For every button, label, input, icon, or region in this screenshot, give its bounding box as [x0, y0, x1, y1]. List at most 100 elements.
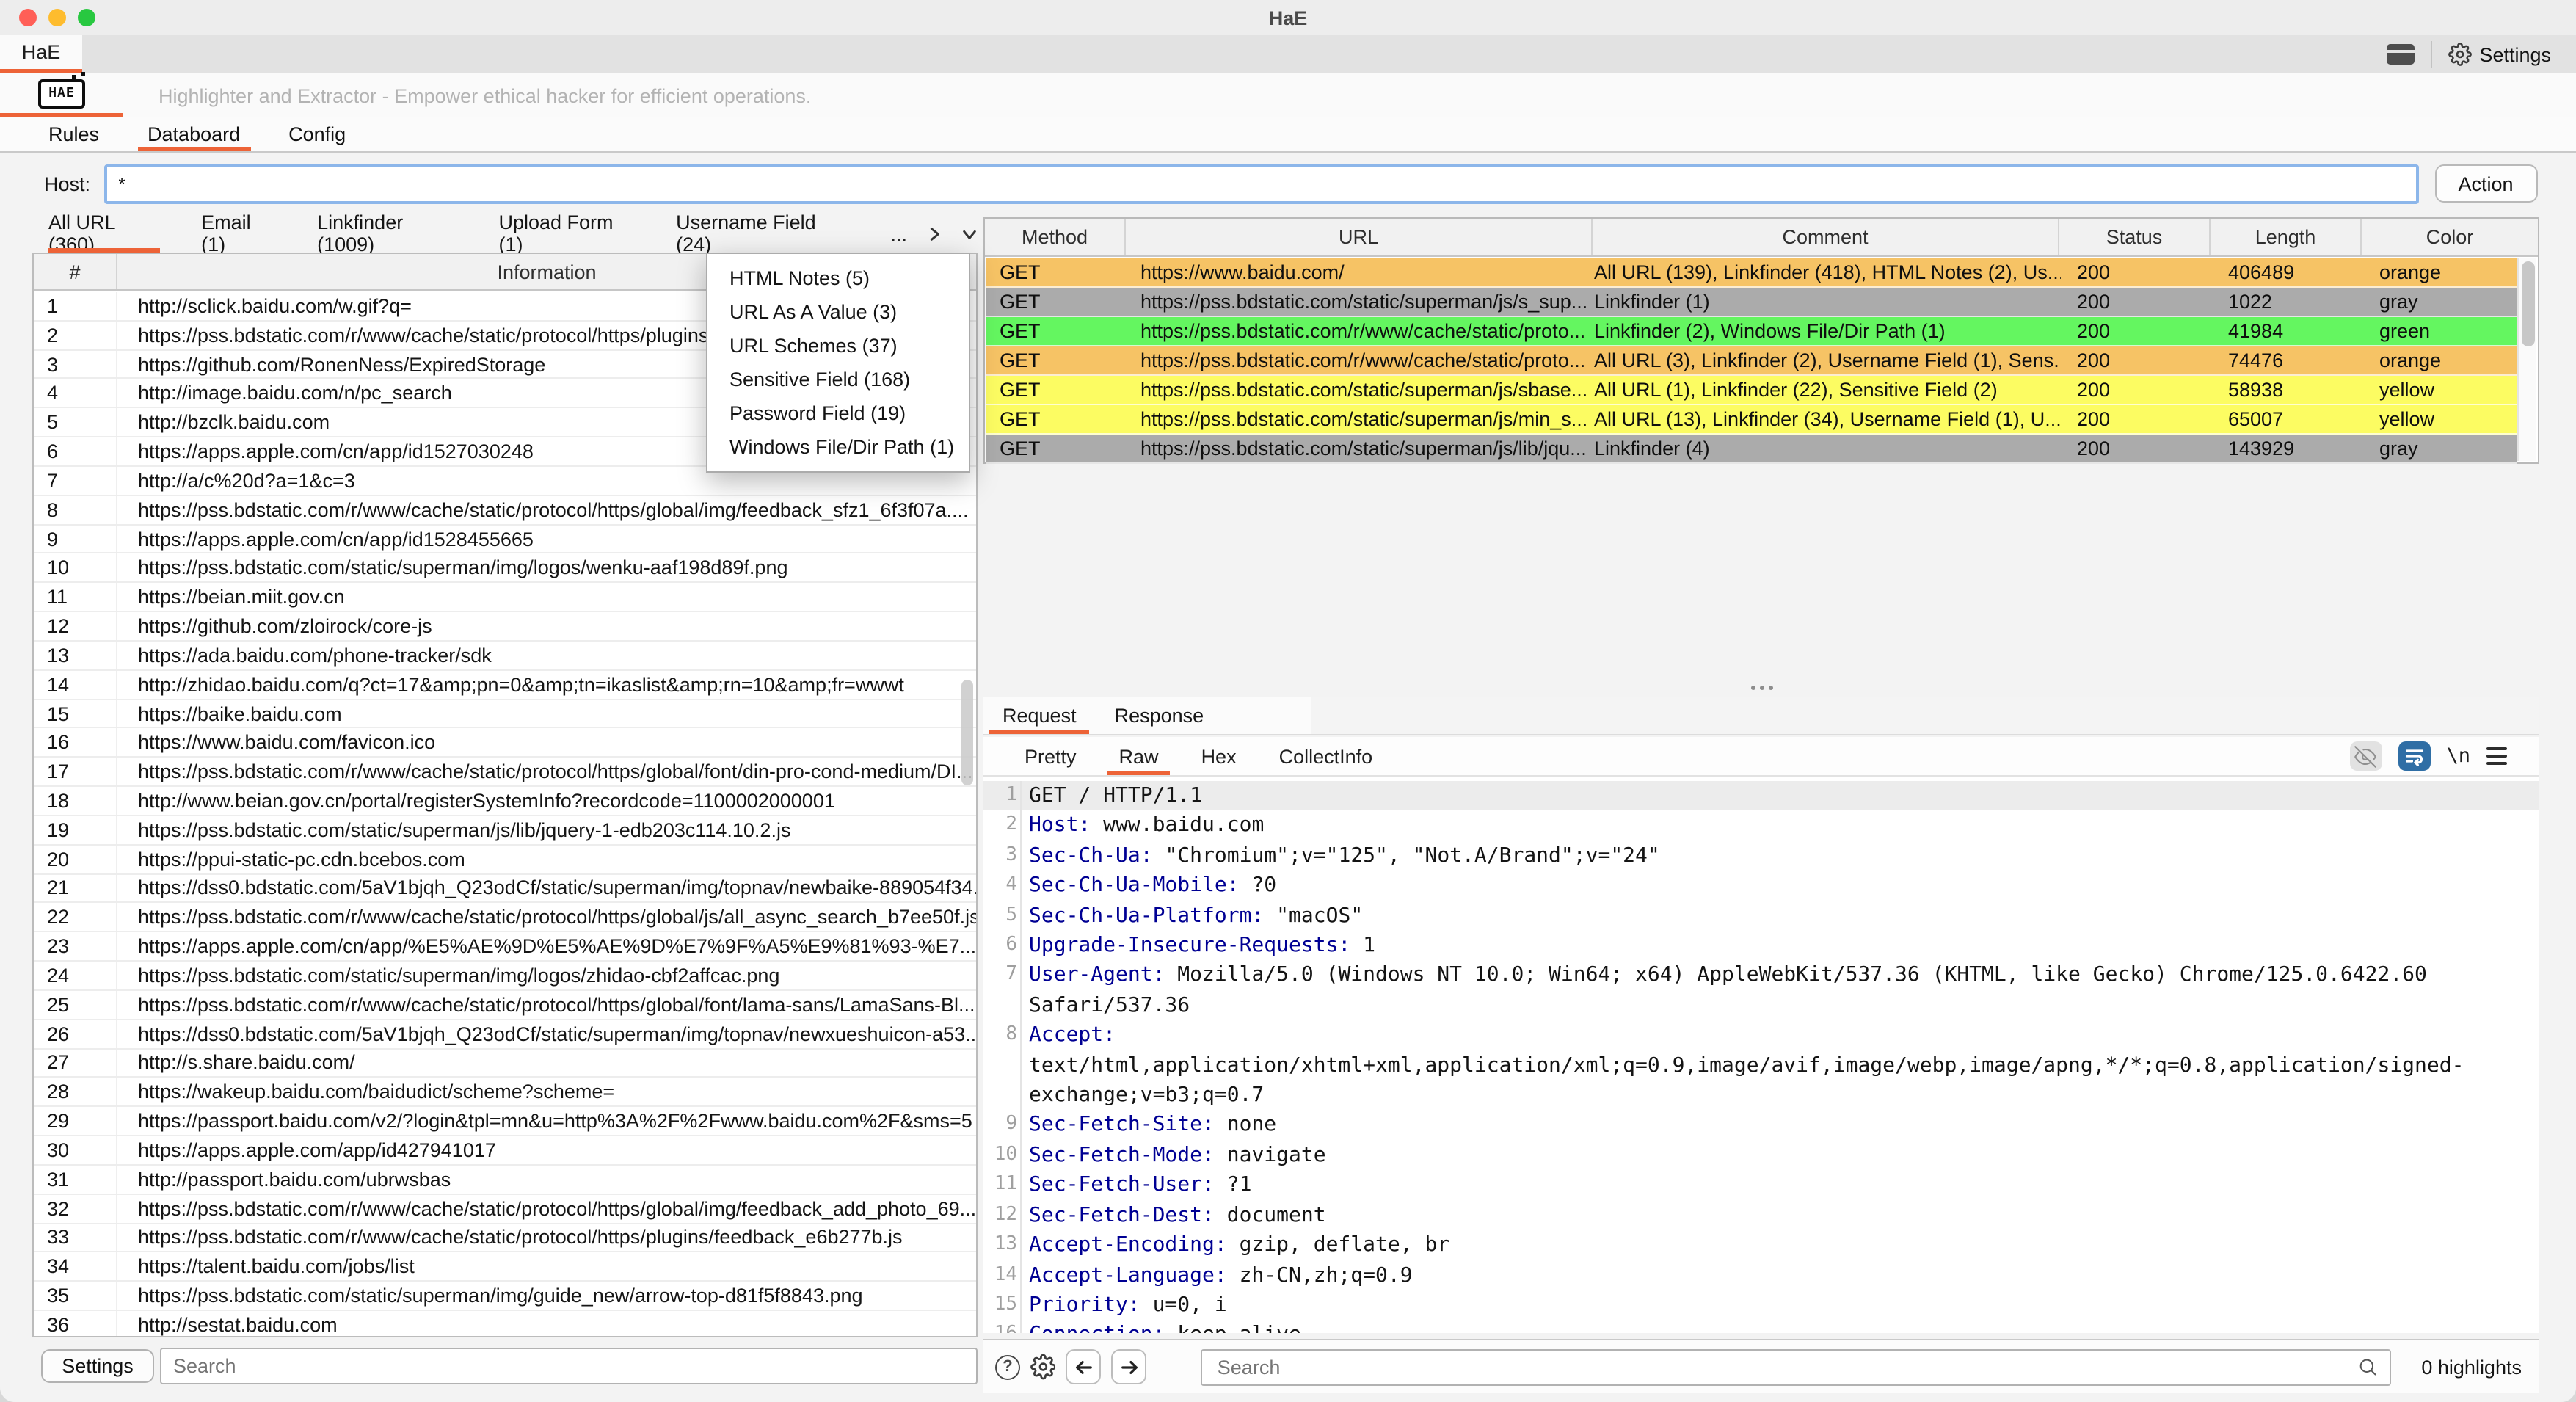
editor-tab-pretty[interactable]: Pretty — [1022, 737, 1080, 775]
left-tab-all-url-360[interactable]: All URL (360) — [48, 214, 160, 253]
column-header-color[interactable]: Color — [2362, 219, 2538, 255]
table-row[interactable]: 35https://pss.bdstatic.com/static/superm… — [34, 1282, 976, 1311]
left-tab-email-1[interactable]: Email (1) — [201, 214, 276, 253]
table-row[interactable]: 34https://talent.baidu.com/jobs/list — [34, 1253, 976, 1282]
table-row[interactable]: GEThttps://pss.bdstatic.com/static/super… — [986, 435, 2517, 464]
tab-config[interactable]: Config — [285, 117, 349, 151]
table-row[interactable]: GEThttps://pss.bdstatic.com/static/super… — [986, 376, 2517, 405]
dropdown-item-windows-file-dir-path-1[interactable]: Windows File/Dir Path (1) — [707, 430, 969, 464]
viewer-tab-response[interactable]: Response — [1096, 697, 1223, 734]
cell-status: 200 — [2061, 291, 2212, 313]
left-search-input[interactable] — [160, 1348, 978, 1384]
dropdown-item-html-notes-5[interactable]: HTML Notes (5) — [707, 261, 969, 295]
column-header-status[interactable]: Status — [2059, 219, 2211, 255]
gear-icon — [2448, 43, 2472, 66]
table-row[interactable]: 26https://dss0.bdstatic.com/5aV1bjqh_Q23… — [34, 1020, 976, 1049]
newline-toggle-button[interactable]: \n — [2446, 744, 2470, 768]
request-editor[interactable]: 1GET / HTTP/1.12Host: www.baidu.com3Sec-… — [983, 775, 2539, 1333]
table-row[interactable]: 16https://www.baidu.com/favicon.ico — [34, 729, 976, 758]
table-row[interactable]: 22https://pss.bdstatic.com/r/www/cache/s… — [34, 904, 976, 933]
settings-button[interactable]: Settings — [2448, 43, 2551, 66]
table-row[interactable]: 36http://sestat.baidu.com — [34, 1311, 976, 1336]
prev-match-button[interactable] — [1066, 1349, 1102, 1384]
tab-rules[interactable]: Rules — [46, 117, 102, 151]
table-row[interactable]: 17https://pss.bdstatic.com/r/www/cache/s… — [34, 758, 976, 788]
table-row[interactable]: 13https://ada.baidu.com/phone-tracker/sd… — [34, 642, 976, 671]
table-row[interactable]: 25https://pss.bdstatic.com/r/www/cache/s… — [34, 991, 976, 1020]
tab-databoard[interactable]: Databoard — [145, 117, 243, 151]
minimize-icon[interactable] — [48, 9, 66, 26]
window-layout-icon[interactable] — [2387, 44, 2415, 65]
left-settings-button[interactable]: Settings — [41, 1349, 154, 1383]
right-scrollbar-thumb[interactable] — [2522, 261, 2535, 346]
column-header-length[interactable]: Length — [2211, 219, 2362, 255]
table-row[interactable]: 12https://github.com/zloirock/core-js — [34, 612, 976, 642]
dropdown-item-url-schemes-37[interactable]: URL Schemes (37) — [707, 329, 969, 363]
column-header-comment[interactable]: Comment — [1593, 219, 2059, 255]
line-code: Host: www.baidu.com — [1020, 811, 2539, 841]
table-row[interactable]: 31http://passport.baidu.com/ubrwsbas — [34, 1166, 976, 1195]
left-tab-username-field-24[interactable]: Username Field (24) — [676, 214, 846, 253]
action-button[interactable]: Action — [2434, 164, 2537, 203]
table-row[interactable]: GEThttps://www.baidu.com/All URL (139), … — [986, 258, 2517, 288]
more-ellipsis-icon[interactable]: ... — [890, 222, 907, 244]
table-row[interactable]: 20https://ppui-static-pc.cdn.bcebos.com — [34, 845, 976, 874]
table-row[interactable]: 19https://pss.bdstatic.com/static/superm… — [34, 816, 976, 846]
table-row[interactable]: 21https://dss0.bdstatic.com/5aV1bjqh_Q23… — [34, 874, 976, 904]
editor-tab-hex[interactable]: Hex — [1198, 737, 1240, 775]
zoom-icon[interactable] — [78, 9, 95, 26]
eye-off-button[interactable] — [2349, 741, 2382, 771]
wrap-lines-button[interactable] — [2398, 741, 2430, 771]
table-row[interactable]: 27http://s.share.baidu.com/ — [34, 1049, 976, 1078]
table-row[interactable]: 24https://pss.bdstatic.com/static/superm… — [34, 962, 976, 991]
row-number: 27 — [34, 1049, 117, 1077]
viewer-tab-request[interactable]: Request — [983, 697, 1096, 734]
splitter-handle[interactable] — [983, 678, 2539, 697]
editor-tab-raw[interactable]: Raw — [1116, 737, 1162, 775]
next-match-button[interactable] — [1112, 1349, 1147, 1384]
chevron-right-icon[interactable] — [926, 225, 942, 241]
left-tab-upload-form-1[interactable]: Upload Form (1) — [498, 214, 635, 253]
table-row[interactable]: 23https://apps.apple.com/cn/app/%E5%AE%9… — [34, 932, 976, 962]
left-tab-linkfinder-1009[interactable]: Linkfinder (1009) — [317, 214, 457, 253]
table-row[interactable]: 10https://pss.bdstatic.com/static/superm… — [34, 554, 976, 584]
table-row[interactable]: 32https://pss.bdstatic.com/r/www/cache/s… — [34, 1194, 976, 1224]
table-row[interactable]: 29https://passport.baidu.com/v2/?login&t… — [34, 1107, 976, 1136]
chevron-down-icon[interactable] — [961, 225, 978, 241]
table-row[interactable]: GEThttps://pss.bdstatic.com/static/super… — [986, 288, 2517, 317]
left-scrollbar-thumb[interactable] — [961, 680, 973, 785]
request-line: 14Accept-Language: zh-CN,zh;q=0.9 — [983, 1260, 2539, 1290]
menubar: HaE Settings — [0, 35, 2576, 73]
hae-logo-tab[interactable]: HAE — [0, 73, 123, 117]
table-row[interactable]: 9https://apps.apple.com/cn/app/id1528455… — [34, 525, 976, 554]
table-row[interactable]: 14http://zhidao.baidu.com/q?ct=17&amp;pn… — [34, 671, 976, 700]
table-row[interactable]: 11https://beian.miit.gov.cn — [34, 584, 976, 613]
help-icon[interactable]: ? — [995, 1354, 1020, 1379]
table-row[interactable]: GEThttps://pss.bdstatic.com/static/super… — [986, 405, 2517, 435]
table-row[interactable]: 30https://apps.apple.com/app/id427941017 — [34, 1136, 976, 1166]
table-row[interactable]: 8https://pss.bdstatic.com/r/www/cache/st… — [34, 496, 976, 526]
table-row[interactable]: 28https://wakeup.baidu.com/baidudict/sch… — [34, 1078, 976, 1108]
table-row[interactable]: GEThttps://pss.bdstatic.com/r/www/cache/… — [986, 346, 2517, 376]
column-header-number[interactable]: # — [34, 254, 117, 289]
menu-icon[interactable] — [2486, 747, 2507, 765]
editor-search-input[interactable] — [1215, 1354, 2357, 1379]
column-header-method[interactable]: Method — [985, 219, 1126, 255]
table-row[interactable]: 15https://baike.baidu.com — [34, 700, 976, 729]
dropdown-item-sensitive-field-168[interactable]: Sensitive Field (168) — [707, 363, 969, 396]
right-table-scrollbar[interactable] — [2517, 258, 2536, 461]
table-row[interactable]: 18http://www.beian.gov.cn/portal/registe… — [34, 787, 976, 816]
dropdown-item-password-field-19[interactable]: Password Field (19) — [707, 396, 969, 430]
column-header-url[interactable]: URL — [1126, 219, 1593, 255]
search-icon[interactable] — [2357, 1356, 2377, 1377]
table-row[interactable]: GEThttps://pss.bdstatic.com/r/www/cache/… — [986, 317, 2517, 346]
host-input[interactable] — [103, 164, 2418, 203]
editor-tab-collectinfo[interactable]: CollectInfo — [1276, 737, 1376, 775]
table-row[interactable]: 33https://pss.bdstatic.com/r/www/cache/s… — [34, 1224, 976, 1253]
tab-hae-extension[interactable]: HaE — [0, 35, 82, 73]
cell-comment: All URL (1), Linkfinder (22), Sensitive … — [1594, 379, 2061, 401]
dropdown-item-url-as-a-value-3[interactable]: URL As A Value (3) — [707, 295, 969, 329]
line-number: 12 — [983, 1200, 1017, 1230]
close-icon[interactable] — [19, 9, 37, 26]
editor-settings-gear-icon[interactable] — [1030, 1354, 1056, 1380]
